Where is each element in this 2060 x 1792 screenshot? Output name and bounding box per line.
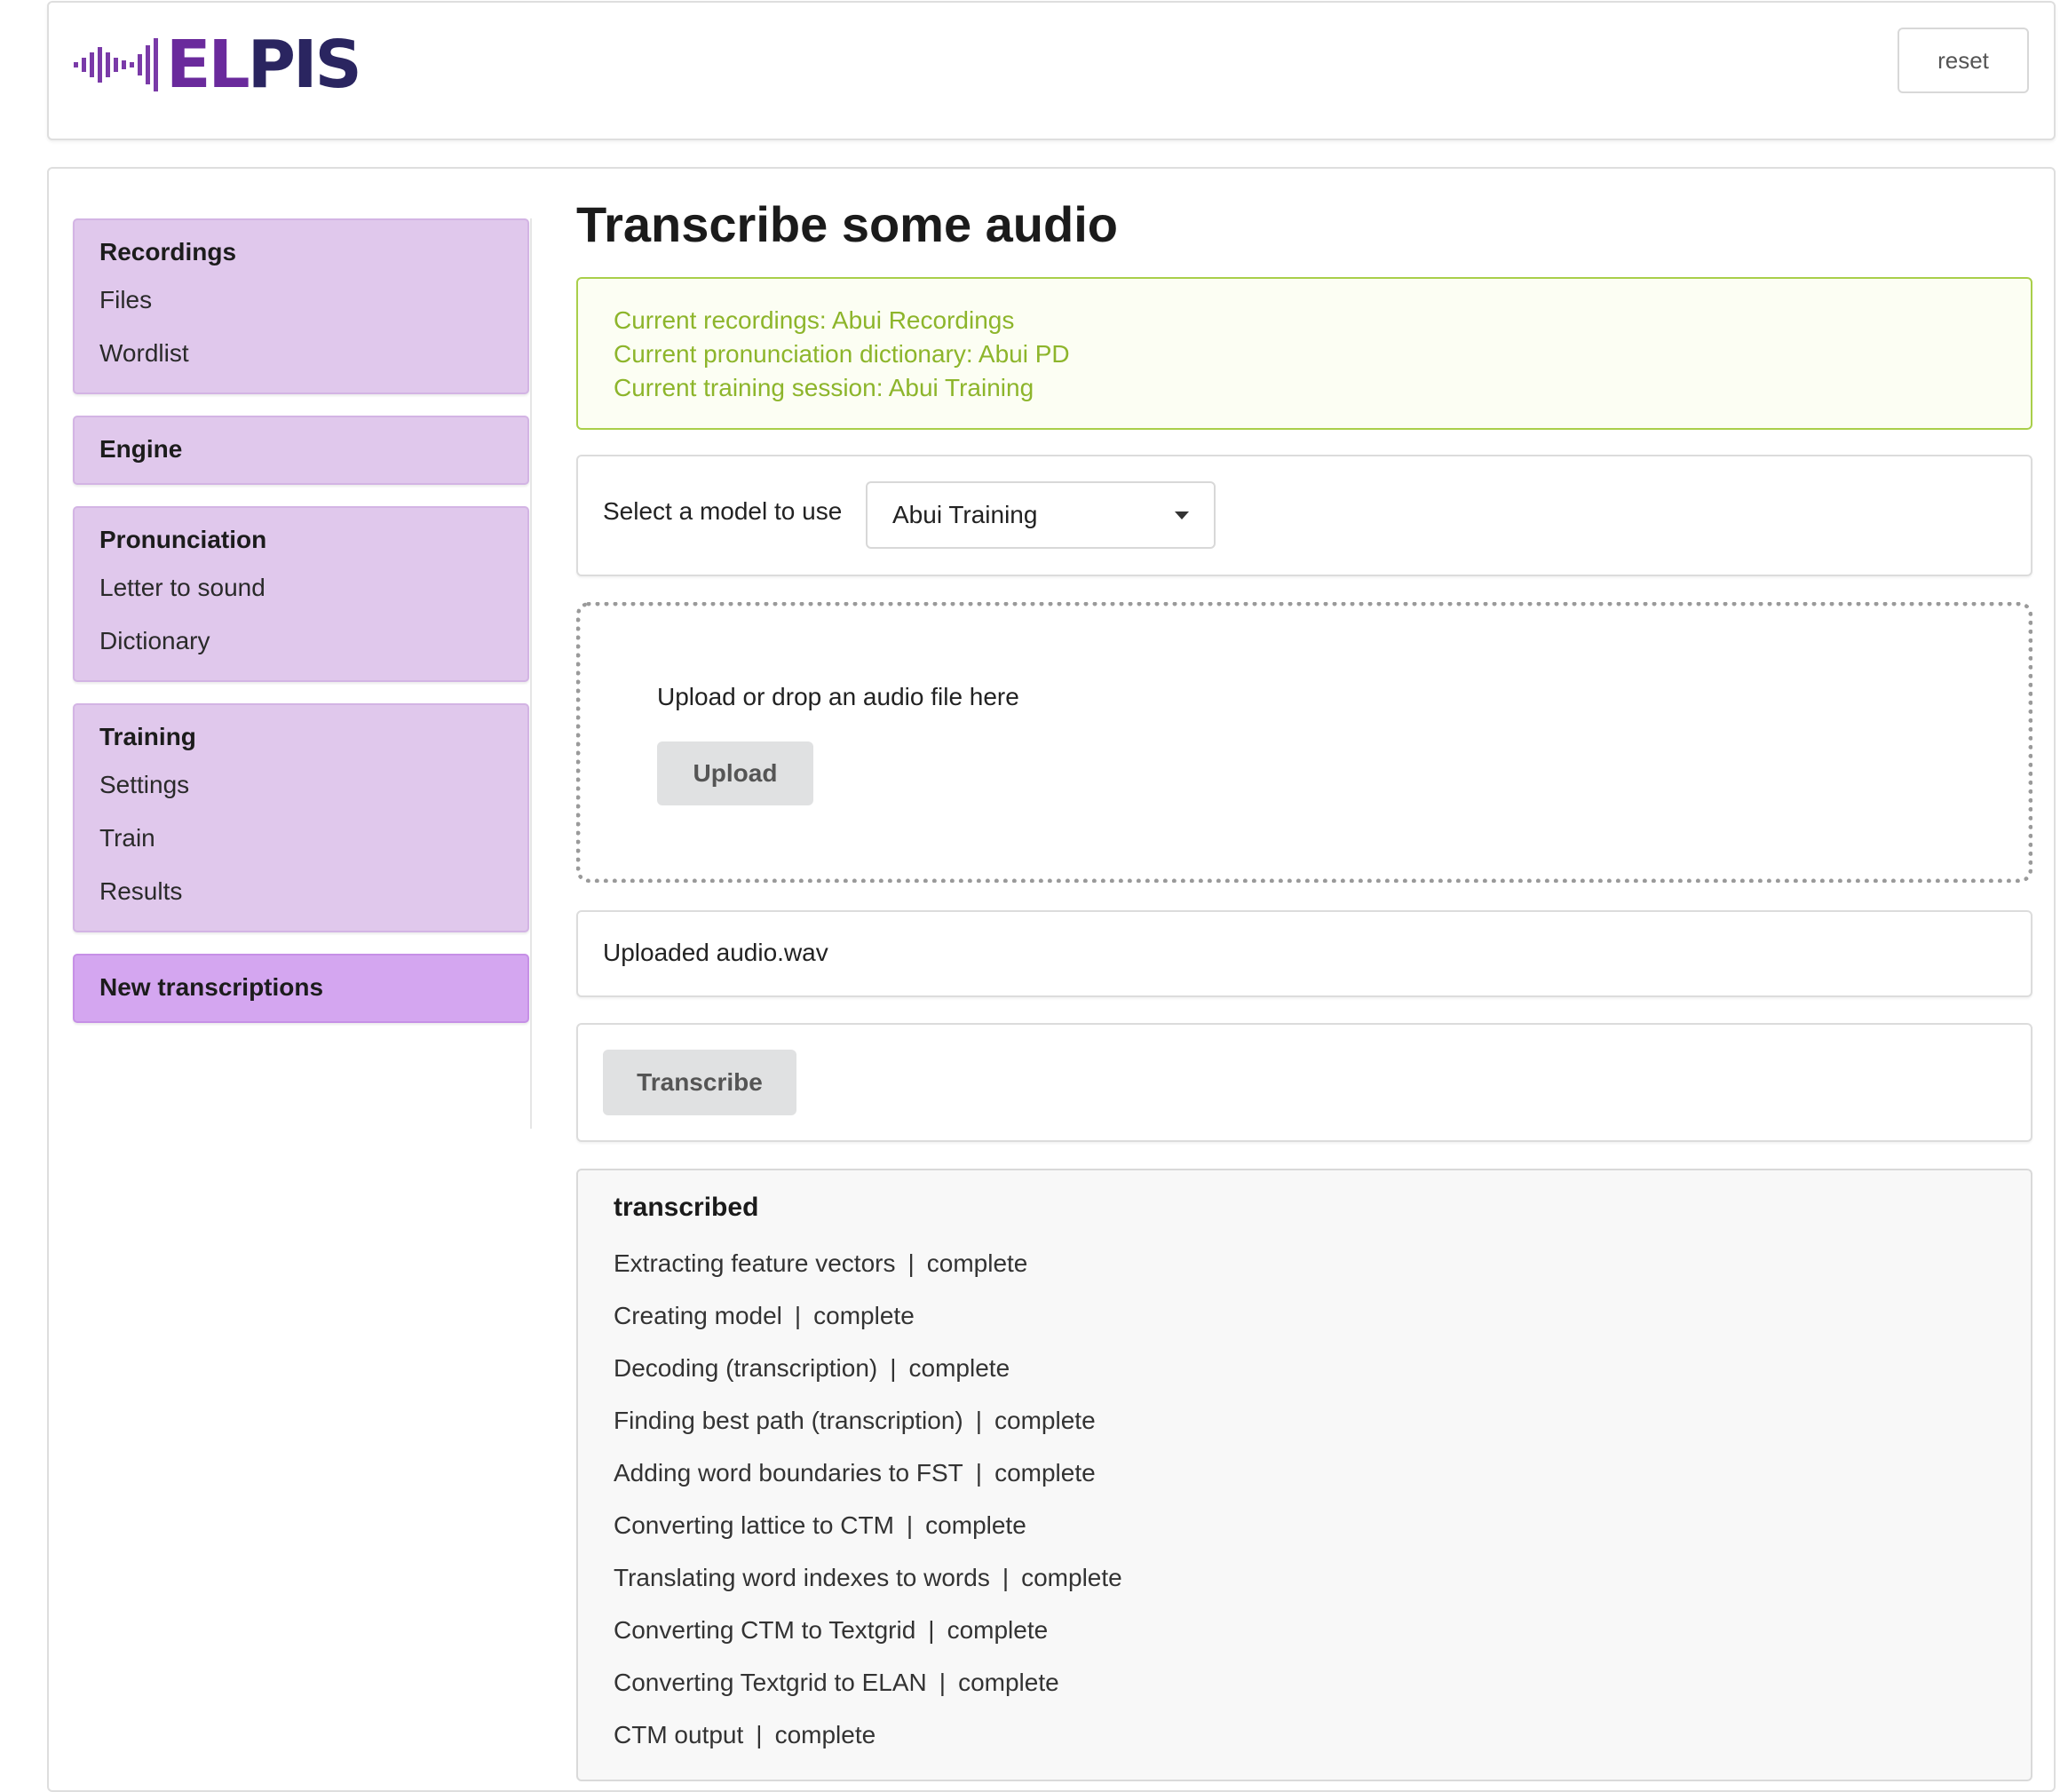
status-step: Creating model	[614, 1302, 782, 1329]
current-training-text: Current training session: Abui Training	[614, 374, 1034, 401]
status-row: Translating word indexes to words | comple…	[614, 1552, 1995, 1605]
elpis-logo: ELPIS	[74, 32, 362, 98]
status-separator: |	[906, 1511, 914, 1539]
nav-item-results[interactable]: Results	[75, 865, 527, 918]
nav-item-files[interactable]: Files	[75, 274, 527, 327]
waveform-icon	[74, 38, 158, 91]
status-row: Extracting feature vectors | complete	[614, 1238, 1995, 1290]
status-step: Extracting feature vectors	[614, 1249, 896, 1277]
transcription-status-panel: transcribed Extracting feature vectors | c…	[576, 1169, 2032, 1781]
status-separator: |	[907, 1249, 915, 1277]
sidebar: Recordings Files Wordlist Engine Pronunc…	[73, 218, 529, 1044]
status-separator: |	[890, 1354, 897, 1382]
drop-zone-prompt: Upload or drop an audio file here	[657, 683, 1019, 710]
model-select-card: Select a model to use Abui Training	[576, 455, 2032, 576]
status-step: Converting lattice to CTM	[614, 1511, 894, 1539]
status-state: complete	[1021, 1564, 1122, 1591]
model-dropdown[interactable]: Abui Training	[866, 481, 1216, 549]
nav-group-pronunciation: Pronunciation Letter to sound Dictionary	[73, 506, 529, 682]
nav-item-dictionary[interactable]: Dictionary	[75, 615, 527, 668]
nav-heading-engine[interactable]: Engine	[75, 428, 527, 471]
status-separator: |	[975, 1407, 983, 1434]
page-title: Transcribe some audio	[576, 196, 1118, 252]
app-header: ELPIS reset	[47, 1, 2056, 140]
nav-item-wordlist[interactable]: Wordlist	[75, 327, 527, 380]
status-separator: |	[1002, 1564, 1010, 1591]
status-step: Finding best path (transcription)	[614, 1407, 963, 1434]
uploaded-file-card: Uploaded audio.wav	[576, 910, 2032, 997]
transcribe-button[interactable]: Transcribe	[603, 1050, 796, 1115]
upload-button[interactable]: Upload	[657, 741, 813, 805]
status-state: complete	[958, 1669, 1059, 1696]
nav-item-letter-to-sound[interactable]: Letter to sound	[75, 561, 527, 615]
nav-item-train[interactable]: Train	[75, 812, 527, 865]
nav-group-training: Training Settings Train Results	[73, 703, 529, 932]
main-panel: Recordings Files Wordlist Engine Pronunc…	[47, 167, 2056, 1792]
uploaded-file-text: Uploaded audio.wav	[603, 939, 828, 966]
status-row: Creating model | complete	[614, 1290, 1995, 1343]
status-step: Decoding (transcription)	[614, 1354, 878, 1382]
status-step: Adding word boundaries to FST	[614, 1459, 963, 1487]
status-title: transcribed	[614, 1193, 759, 1222]
sidebar-divider	[530, 218, 532, 1129]
status-state: complete	[994, 1407, 1096, 1434]
nav-group-engine: Engine	[73, 416, 529, 485]
audio-drop-zone[interactable]: Upload or drop an audio file here Upload	[576, 602, 2032, 883]
logo-wordmark-el: EL	[166, 27, 250, 103]
status-separator: |	[794, 1302, 802, 1329]
nav-group-recordings: Recordings Files Wordlist	[73, 218, 529, 394]
status-state: complete	[774, 1721, 876, 1748]
status-step: CTM output	[614, 1721, 744, 1748]
transcribe-card: Transcribe	[576, 1023, 2032, 1142]
status-step: Translating word indexes to words	[614, 1564, 990, 1591]
status-row: Finding best path (transcription) | comple…	[614, 1395, 1995, 1447]
nav-item-settings[interactable]: Settings	[75, 758, 527, 812]
status-state: complete	[926, 1249, 1028, 1277]
status-separator: |	[939, 1669, 947, 1696]
status-row: CTM output | complete	[614, 1709, 1995, 1762]
model-select-label: Select a model to use	[603, 497, 843, 525]
status-step: Converting CTM to Textgrid	[614, 1616, 916, 1644]
nav-heading-training[interactable]: Training	[75, 716, 527, 758]
current-recordings-text: Current recordings: Abui Recordings	[614, 306, 1015, 334]
nav-heading-recordings[interactable]: Recordings	[75, 231, 527, 274]
status-separator: |	[928, 1616, 935, 1644]
status-row: Converting CTM to Textgrid | complete	[614, 1605, 1995, 1657]
logo-wordmark: ELPIS	[166, 32, 362, 98]
model-dropdown-value: Abui Training	[892, 501, 1038, 528]
status-state: complete	[925, 1511, 1026, 1539]
current-dictionary-text: Current pronunciation dictionary: Abui P…	[614, 340, 1070, 368]
status-row: Converting lattice to CTM | complete	[614, 1500, 1995, 1552]
status-separator: |	[756, 1721, 763, 1748]
caret-down-icon	[1175, 511, 1189, 519]
nav-heading-pronunciation[interactable]: Pronunciation	[75, 519, 527, 561]
status-state: complete	[994, 1459, 1096, 1487]
status-step: Converting Textgrid to ELAN	[614, 1669, 927, 1696]
status-row: Converting Textgrid to ELAN | complete	[614, 1657, 1995, 1709]
status-separator: |	[975, 1459, 983, 1487]
status-state: complete	[908, 1354, 1010, 1382]
status-row: Adding word boundaries to FST | complete	[614, 1447, 1995, 1500]
logo-wordmark-pis: PIS	[247, 27, 362, 103]
status-state: complete	[947, 1616, 1049, 1644]
status-row: Decoding (transcription) | complete	[614, 1343, 1995, 1395]
current-settings-message: Current recordings: Abui Recordings Curr…	[576, 277, 2032, 430]
nav-heading-new-transcriptions[interactable]: New transcriptions	[75, 966, 527, 1009]
status-state: complete	[813, 1302, 915, 1329]
reset-button[interactable]: reset	[1898, 28, 2029, 93]
nav-group-new-transcriptions: New transcriptions	[73, 954, 529, 1023]
